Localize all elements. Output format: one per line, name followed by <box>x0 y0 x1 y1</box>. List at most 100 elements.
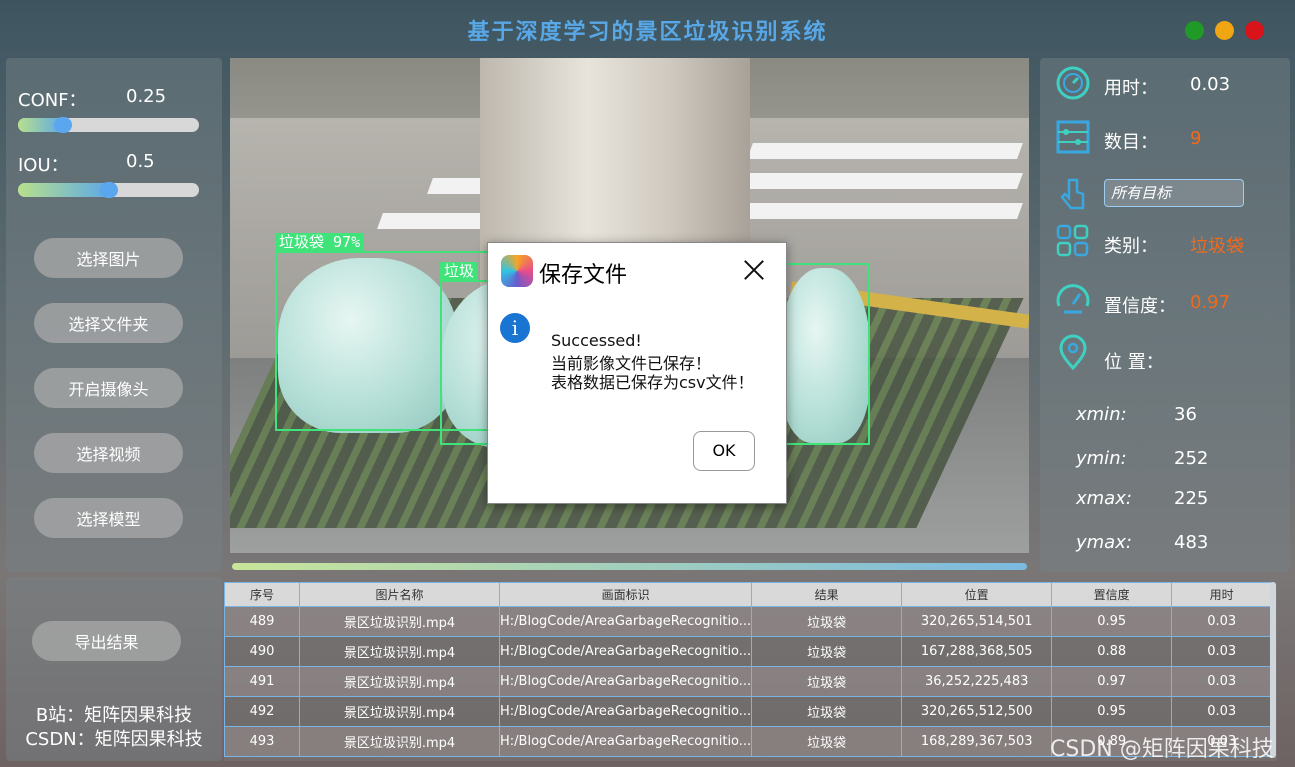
detection-label: 垃圾 <box>440 262 479 280</box>
category-value: 垃圾袋 <box>1190 236 1244 257</box>
abacus-icon <box>1056 120 1090 154</box>
grid-icon <box>1056 224 1089 257</box>
iou-slider-handle[interactable] <box>99 182 118 198</box>
table-row[interactable]: 492 景区垃圾识别.mp4 H:/BlogCode/AreaGarbageReco… <box>224 696 1273 727</box>
table-cell: 320,265,514,501 <box>901 606 1053 637</box>
table-cell: 垃圾袋 <box>751 726 903 757</box>
table-cell: 0.88 <box>1051 636 1173 667</box>
table-cell: 489 <box>224 606 300 637</box>
conf-label: CONF： <box>18 90 87 111</box>
table-cell: 490 <box>224 636 300 667</box>
table-cell: 0.03 <box>1171 636 1273 667</box>
iou-value: 0.5 <box>126 151 155 172</box>
iou-slider[interactable] <box>18 182 199 198</box>
time-label: 用时： <box>1104 78 1158 99</box>
table-header-cell[interactable]: 结果 <box>751 582 903 607</box>
minimize-button[interactable] <box>1215 21 1234 40</box>
dialog-title: 保存文件 <box>539 263 628 288</box>
xmax-label: xmax: <box>1076 488 1132 509</box>
ymin-value: 252 <box>1174 448 1209 469</box>
iou-slider-fill <box>18 183 109 197</box>
table-header-cell[interactable]: 位置 <box>901 582 1053 607</box>
conf-value: 0.25 <box>126 86 167 107</box>
ymin-label: ymin: <box>1076 448 1127 469</box>
xmin-value: 36 <box>1174 404 1197 425</box>
count-label: 数目： <box>1104 132 1158 153</box>
iou-label: IOU： <box>18 155 69 176</box>
dialog-message-line: Successed! <box>551 331 642 350</box>
watermark: CSDN @矩阵因果科技 <box>1050 737 1274 762</box>
title-bar: 基于深度学习的景区垃圾识别系统 <box>0 0 1295 58</box>
table-cell: H:/BlogCode/AreaGarbageRecognitio... <box>498 726 753 757</box>
bilibili-credit: B站：矩阵因果科技 <box>35 705 193 726</box>
table-cell: 景区垃圾识别.mp4 <box>299 666 500 697</box>
pointer-hand-icon <box>1060 178 1085 210</box>
table-cell: 景区垃圾识别.mp4 <box>299 726 500 757</box>
close-button[interactable] <box>1245 21 1264 40</box>
save-file-dialog: 保存文件 i Successed! 当前影像文件已保存！ 表格数据已保存为csv… <box>487 242 787 504</box>
ymax-label: ymax: <box>1076 532 1132 553</box>
table-cell: 垃圾袋 <box>751 606 903 637</box>
table-cell: 景区垃圾识别.mp4 <box>299 696 500 727</box>
result-panel: 用时： 0.03 数目： 9 所有目标 类别： 垃圾袋 置信度： 0.97 位 … <box>1040 58 1290 572</box>
open-camera-button[interactable]: 开启摄像头 <box>34 368 183 408</box>
table-header-cell[interactable]: 用时 <box>1171 582 1273 607</box>
select-folder-button[interactable]: 选择文件夹 <box>34 303 183 343</box>
info-icon: i <box>500 313 530 343</box>
table-header-cell[interactable]: 图片名称 <box>299 582 500 607</box>
table-cell: H:/BlogCode/AreaGarbageRecognitio... <box>498 696 753 727</box>
ymax-value: 483 <box>1174 532 1209 553</box>
progress-bar <box>232 563 1027 570</box>
table-cell: 168,289,367,503 <box>901 726 1053 757</box>
select-video-button[interactable]: 选择视频 <box>34 433 183 473</box>
crosswalk-stripe <box>727 173 1023 189</box>
confidence-label: 置信度： <box>1104 296 1176 317</box>
table-cell: 0.03 <box>1171 696 1273 727</box>
select-model-button[interactable]: 选择模型 <box>34 498 183 538</box>
maximize-button[interactable] <box>1185 21 1204 40</box>
table-cell: 0.95 <box>1051 606 1173 637</box>
table-row[interactable]: 489 景区垃圾识别.mp4 H:/BlogCode/AreaGarbageReco… <box>224 606 1273 637</box>
table-cell: H:/BlogCode/AreaGarbageRecognitio... <box>498 606 753 637</box>
table-header-cell[interactable]: 序号 <box>224 582 300 607</box>
table-cell: 492 <box>224 696 300 727</box>
count-value: 9 <box>1190 128 1202 149</box>
target-select[interactable]: 所有目标 <box>1104 179 1244 207</box>
table-cell: 景区垃圾识别.mp4 <box>299 636 500 667</box>
time-value: 0.03 <box>1190 74 1231 95</box>
table-cell: 垃圾袋 <box>751 696 903 727</box>
table-header-cell[interactable]: 置信度 <box>1051 582 1173 607</box>
category-label: 类别： <box>1104 236 1158 257</box>
table-cell: 0.03 <box>1171 606 1273 637</box>
speedometer-icon <box>1056 284 1090 314</box>
export-results-button[interactable]: 导出结果 <box>32 621 181 661</box>
clock-gauge-icon <box>1056 66 1090 100</box>
xmax-value: 225 <box>1174 488 1209 509</box>
table-cell: 491 <box>224 666 300 697</box>
conf-slider[interactable] <box>18 117 199 133</box>
table-cell: 0.95 <box>1051 696 1173 727</box>
ok-button[interactable]: OK <box>693 431 755 471</box>
table-row[interactable]: 490 景区垃圾识别.mp4 H:/BlogCode/AreaGarbageReco… <box>224 636 1273 667</box>
table-cell: H:/BlogCode/AreaGarbageRecognitio... <box>498 636 753 667</box>
conf-slider-handle[interactable] <box>54 117 73 133</box>
table-cell: 493 <box>224 726 300 757</box>
dialog-close-icon[interactable] <box>741 257 767 283</box>
table-row[interactable]: 491 景区垃圾识别.mp4 H:/BlogCode/AreaGarbageReco… <box>224 666 1273 697</box>
dialog-message-line: 表格数据已保存为csv文件！ <box>551 373 754 392</box>
table-cell: 垃圾袋 <box>751 666 903 697</box>
table-cell: 0.03 <box>1171 666 1273 697</box>
table-cell: 167,288,368,505 <box>901 636 1053 667</box>
detection-label: 垃圾袋 97% <box>275 233 365 251</box>
control-panel: CONF： 0.25 IOU： 0.5 选择图片 选择文件夹 开启摄像头 选择视… <box>6 58 222 572</box>
table-cell: 320,265,512,500 <box>901 696 1053 727</box>
app-title: 基于深度学习的景区垃圾识别系统 <box>467 19 828 45</box>
select-image-button[interactable]: 选择图片 <box>34 238 183 278</box>
csdn-credit: CSDN：矩阵因果科技 <box>25 729 203 750</box>
table-header-cell[interactable]: 画面标识 <box>498 582 753 607</box>
location-pin-icon <box>1059 334 1087 371</box>
table-cell: 36,252,225,483 <box>901 666 1053 697</box>
table-cell: 垃圾袋 <box>751 636 903 667</box>
table-cell: 0.97 <box>1051 666 1173 697</box>
table-cell: 景区垃圾识别.mp4 <box>299 606 500 637</box>
